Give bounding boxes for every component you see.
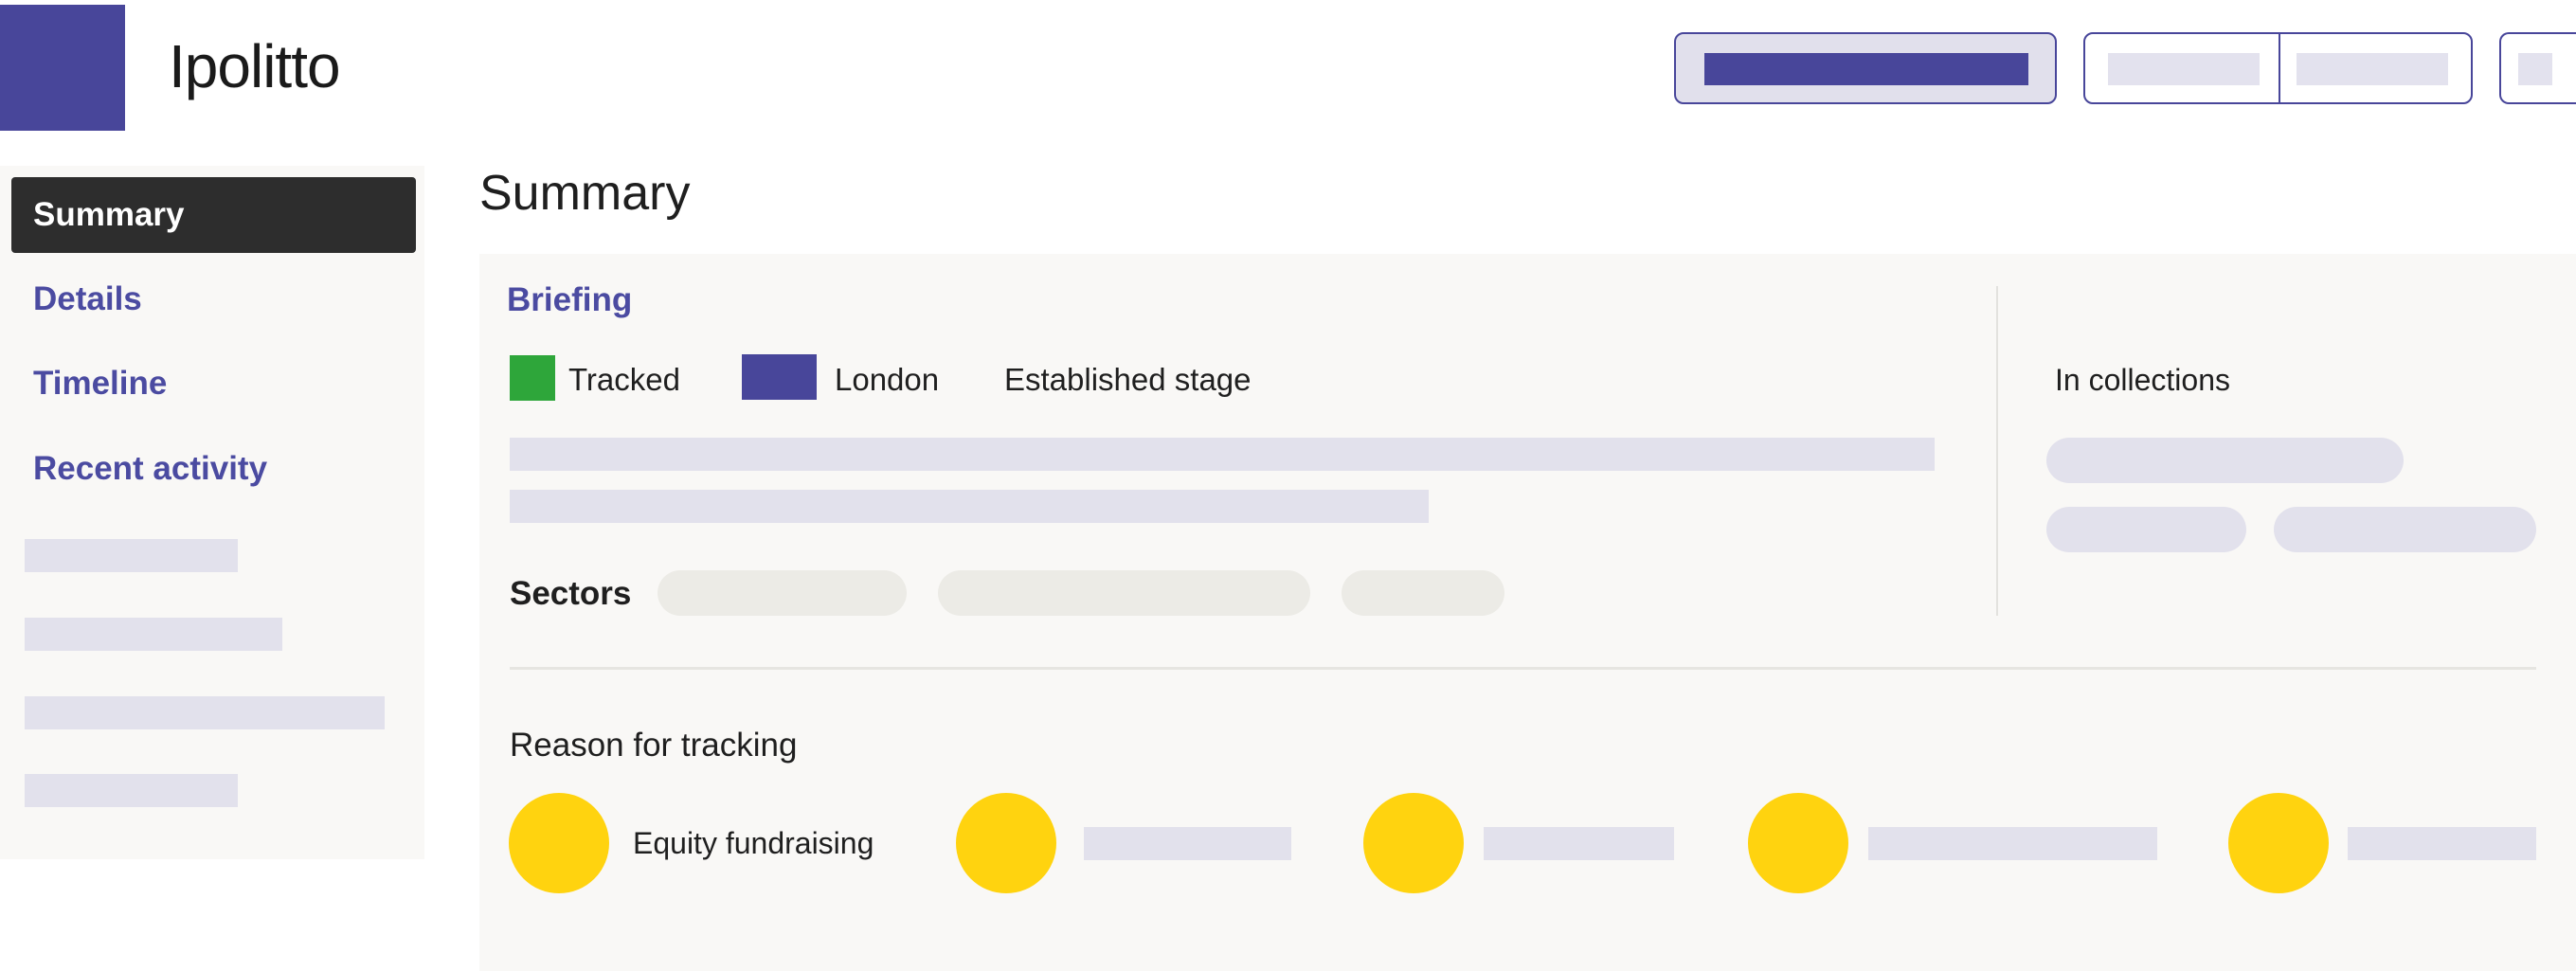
collection-chip[interactable] bbox=[2046, 507, 2246, 552]
collection-chip[interactable] bbox=[2046, 438, 2404, 483]
location-tag: London bbox=[835, 362, 940, 397]
reason-label: Equity fundraising bbox=[633, 826, 874, 860]
more-button[interactable] bbox=[2499, 32, 2576, 104]
section-divider bbox=[510, 667, 2536, 670]
sidebar-item-placeholder[interactable] bbox=[25, 539, 238, 572]
description-placeholder-line bbox=[510, 490, 1429, 523]
reason-icon bbox=[1748, 793, 1848, 893]
collections-label: In collections bbox=[2055, 363, 2230, 397]
more-button-label-placeholder bbox=[2518, 53, 2552, 85]
segment-a-button[interactable] bbox=[2108, 53, 2260, 85]
sidebar-item-summary[interactable]: Summary bbox=[11, 177, 416, 253]
segment-divider bbox=[2279, 34, 2280, 102]
primary-action-button[interactable] bbox=[1674, 32, 2057, 104]
reason-icon bbox=[2228, 793, 2329, 893]
sidebar-item-placeholder[interactable] bbox=[25, 774, 238, 807]
sector-chip[interactable] bbox=[1342, 570, 1504, 616]
collection-chip[interactable] bbox=[2274, 507, 2536, 552]
reason-icon bbox=[1363, 793, 1464, 893]
column-divider bbox=[1996, 286, 1998, 616]
sidebar-item-placeholder[interactable] bbox=[25, 696, 385, 729]
app-title: Ipolitto bbox=[169, 32, 341, 100]
reason-for-tracking-label: Reason for tracking bbox=[510, 727, 798, 764]
sector-chip[interactable] bbox=[938, 570, 1310, 616]
reason-icon bbox=[956, 793, 1056, 893]
segmented-button-group bbox=[2083, 32, 2473, 104]
sectors-label: Sectors bbox=[510, 575, 632, 612]
reason-label-placeholder bbox=[1484, 827, 1674, 860]
briefing-title: Briefing bbox=[507, 281, 633, 318]
sector-chip[interactable] bbox=[658, 570, 907, 616]
sidebar-item-details[interactable]: Details bbox=[11, 261, 416, 337]
sidebar-item-recent-activity[interactable]: Recent activity bbox=[11, 431, 416, 507]
primary-action-label-placeholder bbox=[1704, 53, 2028, 85]
reason-icon bbox=[509, 793, 609, 893]
sidebar-item-timeline[interactable]: Timeline bbox=[11, 346, 416, 422]
tracked-swatch bbox=[510, 355, 555, 401]
tracked-tag: Tracked bbox=[568, 362, 680, 397]
stage-tag: Established stage bbox=[1004, 362, 1252, 397]
reason-label-placeholder bbox=[1868, 827, 2157, 860]
location-swatch bbox=[742, 354, 817, 400]
reason-label-placeholder bbox=[1084, 827, 1291, 860]
reason-label-placeholder bbox=[2348, 827, 2536, 860]
segment-b-button[interactable] bbox=[2297, 53, 2448, 85]
description-placeholder-line bbox=[510, 438, 1935, 471]
sidebar-item-placeholder[interactable] bbox=[25, 618, 282, 651]
page-title: Summary bbox=[479, 166, 691, 221]
app-logo[interactable] bbox=[0, 5, 125, 131]
